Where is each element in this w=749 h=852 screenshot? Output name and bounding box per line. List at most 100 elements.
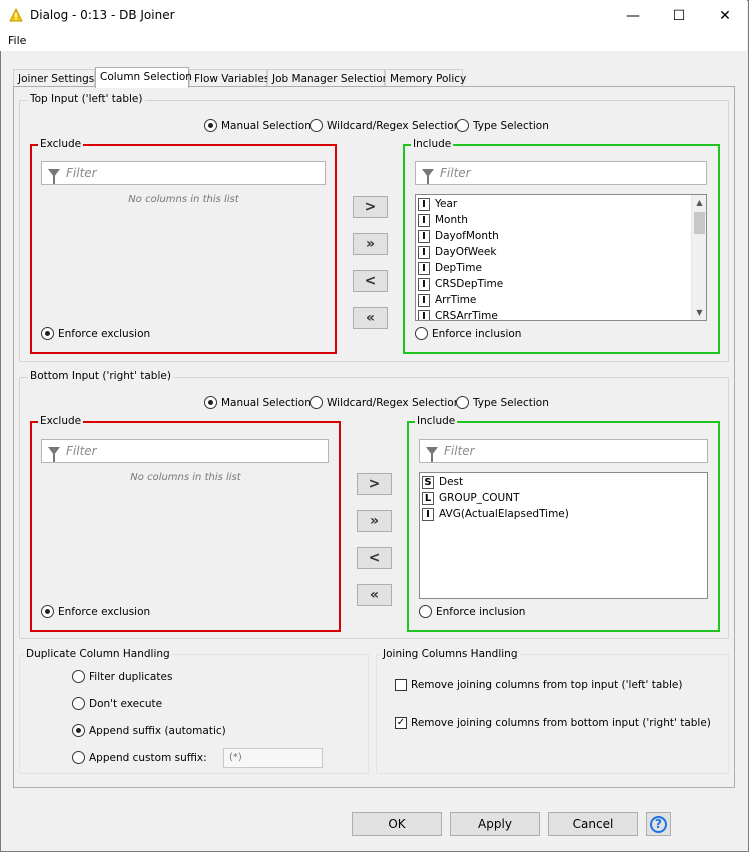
top-include-filter-input[interactable]: Filter (415, 161, 707, 185)
bottom-add-all-button[interactable]: » (357, 510, 392, 532)
filter-placeholder: Filter (440, 166, 471, 180)
help-button[interactable]: ? (646, 812, 671, 836)
maximize-icon: ☐ (672, 7, 686, 24)
radio-selected-icon (204, 119, 217, 132)
cancel-button[interactable]: Cancel (548, 812, 638, 836)
bottom-include-title: Include (415, 415, 458, 427)
bottom-exclude-filter-input[interactable]: Filter (41, 439, 329, 463)
custom-suffix-input[interactable]: (*) (223, 748, 323, 768)
ok-button[interactable]: OK (352, 812, 442, 836)
bottom-input-group: Bottom Input ('right' table) Manual Sele… (19, 370, 729, 639)
menu-file[interactable]: File (8, 34, 26, 47)
radio-label: Enforce exclusion (58, 327, 151, 340)
list-item-label: CRSArrTime (435, 310, 498, 321)
list-item-label: Year (435, 198, 458, 210)
list-item[interactable]: I CRSDepTime (418, 276, 503, 292)
apply-button[interactable]: Apply (450, 812, 540, 836)
top-mode-wildcard[interactable]: Wildcard/Regex Selection (310, 119, 460, 132)
bottom-enforce-inclusion[interactable]: Enforce inclusion (419, 605, 525, 618)
radio-icon (419, 605, 432, 618)
top-mode-type[interactable]: Type Selection (456, 119, 549, 132)
top-include-scrollbar[interactable]: ▲ ▼ (691, 195, 706, 320)
remove-bottom-joining-checkbox[interactable]: ✓ Remove joining columns from bottom inpu… (395, 717, 711, 729)
maximize-button[interactable]: ☐ (656, 0, 702, 31)
close-button[interactable]: ✕ (702, 0, 748, 31)
checkbox-label: Remove joining columns from top input ('… (411, 679, 683, 691)
list-item[interactable]: S Dest (422, 474, 463, 490)
list-item[interactable]: I Year (418, 196, 457, 212)
radio-icon (415, 327, 428, 340)
chevron-right-icon: > (364, 199, 377, 215)
top-mode-manual[interactable]: Manual Selection (204, 119, 311, 132)
chevron-left-icon: < (368, 550, 381, 566)
top-exclude-panel: Exclude Filter No columns in this list E… (30, 138, 337, 354)
list-item[interactable]: I AVG(ActualElapsedTime) (422, 506, 569, 522)
minimize-button[interactable]: — (610, 0, 656, 31)
duplicate-append-suffix-option[interactable]: Append suffix (automatic) (72, 724, 226, 737)
radio-label: Filter duplicates (89, 670, 173, 683)
tab-joiner-settings[interactable]: Joiner Settings (13, 69, 95, 87)
integer-type-icon: I (418, 197, 430, 211)
filter-placeholder: Filter (66, 166, 97, 180)
bottom-exclude-empty-message: No columns in this list (130, 472, 241, 483)
integer-type-icon: I (418, 213, 430, 227)
tab-column-selection[interactable]: Column Selection (95, 67, 192, 88)
bottom-include-filter-input[interactable]: Filter (419, 439, 708, 463)
double-chevron-right-icon: » (369, 513, 380, 529)
bottom-enforce-exclusion[interactable]: Enforce exclusion (41, 605, 150, 618)
scroll-down-icon[interactable]: ▼ (692, 305, 706, 320)
double-chevron-right-icon: » (365, 236, 376, 252)
filter-placeholder: Filter (444, 444, 475, 458)
bottom-mode-wildcard[interactable]: Wildcard/Regex Selection (310, 396, 460, 409)
radio-label: Append custom suffix: (89, 751, 207, 764)
list-item[interactable]: L GROUP_COUNT (422, 490, 520, 506)
list-item[interactable]: I DayofMonth (418, 228, 499, 244)
top-add-button[interactable]: > (353, 196, 388, 218)
radio-label: Enforce inclusion (436, 605, 526, 618)
top-remove-all-button[interactable]: « (353, 307, 388, 329)
list-item[interactable]: I Month (418, 212, 468, 228)
top-enforce-inclusion[interactable]: Enforce inclusion (415, 327, 521, 340)
scroll-up-icon[interactable]: ▲ (692, 195, 706, 210)
radio-selected-icon (41, 605, 54, 618)
list-item[interactable]: I DepTime (418, 260, 482, 276)
list-item[interactable]: I CRSArrTime (418, 308, 498, 321)
bottom-exclude-panel: Exclude Filter No columns in this list E… (30, 415, 341, 632)
list-item-label: DepTime (435, 262, 482, 274)
bottom-mode-type[interactable]: Type Selection (456, 396, 549, 409)
title-bar: Dialog - 0:13 - DB Joiner — ☐ ✕ (0, 0, 747, 31)
top-enforce-exclusion[interactable]: Enforce exclusion (41, 327, 150, 340)
long-type-icon: L (422, 491, 434, 505)
top-include-title: Include (411, 138, 454, 150)
top-add-all-button[interactable]: » (353, 233, 388, 255)
duplicate-filter-option[interactable]: Filter duplicates (72, 670, 172, 683)
radio-label: Don't execute (89, 697, 163, 710)
list-item[interactable]: I ArrTime (418, 292, 476, 308)
joining-columns-group: Joining Columns Handling Remove joining … (376, 648, 729, 774)
duplicate-dont-execute-option[interactable]: Don't execute (72, 697, 162, 710)
radio-selected-icon (204, 396, 217, 409)
list-item-label: Dest (439, 476, 464, 488)
bottom-add-button[interactable]: > (357, 473, 392, 495)
tab-memory-policy[interactable]: Memory Policy (385, 69, 466, 87)
scroll-thumb[interactable] (694, 212, 705, 234)
radio-label: Type Selection (473, 396, 549, 409)
double-chevron-left-icon: « (369, 587, 380, 603)
tab-flow-variables[interactable]: Flow Variables (189, 69, 269, 87)
bottom-mode-manual[interactable]: Manual Selection (204, 396, 311, 409)
top-remove-button[interactable]: < (353, 270, 388, 292)
top-exclude-filter-input[interactable]: Filter (41, 161, 326, 185)
bottom-remove-button[interactable]: < (357, 547, 392, 569)
bottom-include-list[interactable]: S Dest L GROUP_COUNT I AVG(ActualElapsedTim… (419, 472, 708, 599)
bottom-remove-all-button[interactable]: « (357, 584, 392, 606)
radio-label: Manual Selection (221, 119, 311, 132)
list-item[interactable]: I DayOfWeek (418, 244, 496, 260)
integer-type-icon: I (418, 309, 430, 320)
duplicate-title: Duplicate Column Handling (24, 648, 172, 660)
top-input-title: Top Input ('left' table) (28, 93, 145, 105)
tab-job-manager-selection[interactable]: Job Manager Selection (267, 69, 389, 87)
duplicate-custom-suffix-option[interactable]: Append custom suffix: (72, 751, 207, 764)
remove-top-joining-checkbox[interactable]: Remove joining columns from top input ('… (395, 679, 682, 691)
integer-type-icon: I (418, 277, 430, 291)
top-include-list[interactable]: I Year I Month I DayofMonth I DayOfWeek I Dep… (415, 194, 707, 321)
